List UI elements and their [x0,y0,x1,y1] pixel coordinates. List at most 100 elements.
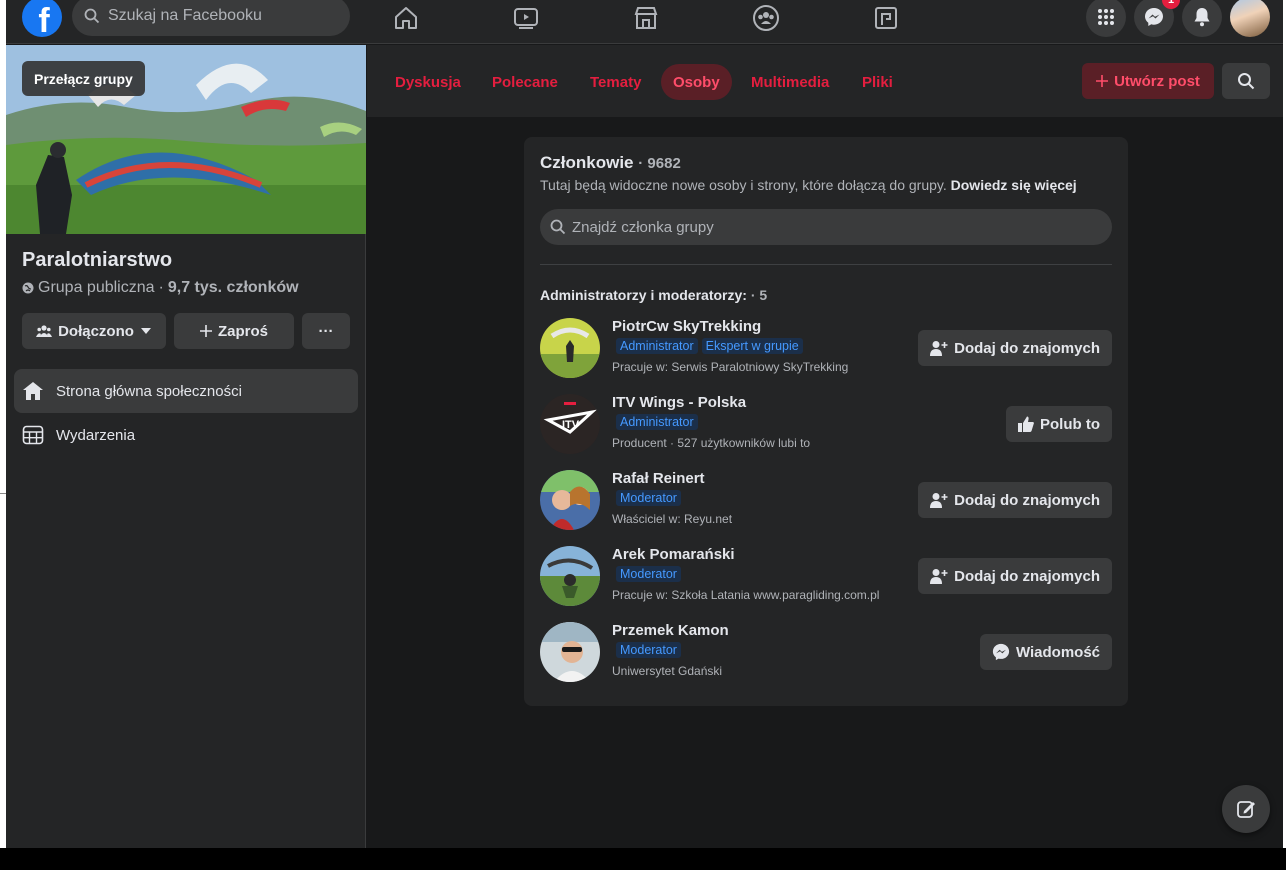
member-info: Producent · 527 użytkowników lubi to [612,436,811,450]
group-meta: Grupa publiczna · 9,7 tys. członków [22,279,299,297]
account-avatar[interactable] [1230,0,1270,37]
avatar[interactable] [540,318,600,378]
button-label: Dodaj do znajomych [954,567,1100,585]
member-name[interactable]: ITV Wings - Polska [612,394,746,411]
add-friend-button[interactable]: Dodaj do znajomych [918,482,1112,518]
role-badge: Moderator [616,642,681,658]
member-info: Uniwersytet Gdański [612,664,723,678]
svg-text:ITV: ITV [562,419,580,431]
add-friend-icon [930,569,948,584]
search-icon [1238,73,1255,90]
facebook-app: f Szukaj na Facebooku 1 Przełącz grupy P… [6,0,1283,848]
members-subtitle: Tutaj będą widoczne nowe osoby i strony,… [540,177,1077,193]
tab-topics[interactable]: Tematy [578,64,653,100]
invite-label: Zaproś [217,322,268,340]
sidebar-item-events[interactable]: Wydarzenia [14,413,358,457]
role-badge: Administrator [616,414,698,430]
like-icon [1018,416,1034,432]
member-tags: Administrator [616,414,698,430]
tab-featured[interactable]: Polecane [480,64,570,100]
add-friend-icon [930,493,948,508]
sidebar-item-label: Strona główna społeczności [56,382,242,400]
create-post-label: Utwórz post [1114,72,1200,90]
tab-people[interactable]: Osoby [661,64,732,100]
caret-down-icon [140,328,151,334]
messenger-button[interactable]: 1 [1134,0,1180,37]
create-post-button[interactable]: Utwórz post [1082,63,1214,99]
switch-groups-button[interactable]: Przełącz grupy [22,61,145,96]
gaming-icon[interactable] [871,4,901,32]
add-friend-icon [930,341,948,356]
members-icon [36,325,53,337]
tab-media[interactable]: Multimedia [739,64,841,100]
members-card: Członkowie · 9682 Tutaj będą widoczne no… [524,137,1128,706]
screen-bottom-bar [0,848,1286,870]
home-icon[interactable] [391,4,421,32]
member-info: Pracuje w: Serwis Paralotniowy SkyTrekki… [612,360,849,374]
list-item: Przemek Kamon Moderator Uniwersytet Gdań… [540,622,1112,686]
group-actions: Dołączono Zaproś ··· [22,313,350,349]
notifications-icon[interactable] [1182,0,1222,37]
messenger-icon [1145,8,1163,26]
globe-icon [22,282,34,294]
search-icon [550,219,566,235]
invite-button[interactable]: Zaproś [174,313,294,349]
role-badge: Administrator [616,338,698,354]
compose-icon [1237,801,1255,818]
member-info: Właściciel w: Reyu.net [612,512,733,526]
list-item: Rafał Reinert Moderator Właściciel w: Re… [540,470,1112,534]
plus-icon [1096,75,1109,87]
search-icon [84,8,100,24]
groups-icon[interactable] [751,4,781,32]
sidebar-item-label: Wydarzenia [56,426,136,444]
group-member-count[interactable]: 9,7 tys. członków [168,279,299,297]
avatar[interactable] [540,622,600,682]
joined-button[interactable]: Dołączono [22,313,166,349]
joined-label: Dołączono [58,322,134,340]
marketplace-icon[interactable] [631,4,661,32]
group-tab-bar: Dyskusja Polecane Tematy Osoby Multimedi… [367,45,1283,117]
add-friend-button[interactable]: Dodaj do znajomych [918,558,1112,594]
home-icon [23,382,43,400]
button-label: Dodaj do znajomych [954,491,1100,509]
search-placeholder: Szukaj na Facebooku [108,7,262,24]
avatar[interactable]: ITV [540,394,600,454]
member-tags: Moderator [616,642,681,658]
member-tags: Administrator Ekspert w grupie [616,338,803,354]
plus-icon [199,325,212,337]
watch-icon[interactable] [511,4,541,32]
group-name[interactable]: Paralotniarstwo [22,249,172,272]
more-options-button[interactable]: ··· [302,313,350,349]
member-name[interactable]: Arek Pomarański [612,546,735,563]
member-name[interactable]: Rafał Reinert [612,470,705,487]
list-item: PiotrCw SkyTrekking Administrator Eksper… [540,318,1112,382]
tab-files[interactable]: Pliki [850,64,905,100]
members-heading: Członkowie [540,153,634,172]
member-search-input[interactable]: Znajdź członka grupy [540,209,1112,245]
button-label: Wiadomość [1015,643,1100,661]
sidebar-item-community-home[interactable]: Strona główna społeczności [14,369,358,413]
members-count: · 9682 [638,155,681,172]
list-item: Arek Pomarański Moderator Pracuje w: Szk… [540,546,1112,610]
calendar-icon [22,425,44,445]
add-friend-button[interactable]: Dodaj do znajomych [918,330,1112,366]
new-message-button[interactable] [1222,785,1270,833]
group-search-button[interactable] [1222,63,1270,99]
menu-grid-icon[interactable] [1086,0,1126,37]
avatar[interactable] [540,470,600,530]
avatar[interactable] [540,546,600,606]
learn-more-link[interactable]: Dowiedz się więcej [951,177,1077,193]
message-button[interactable]: Wiadomość [979,634,1112,670]
facebook-search-input[interactable]: Szukaj na Facebooku [72,0,350,36]
group-cover-photo: Przełącz grupy [6,45,366,234]
messenger-badge: 1 [1162,0,1180,9]
group-sidebar: Przełącz grupy Paralotniarstwo Grupa pub… [6,45,366,848]
tab-discussion[interactable]: Dyskusja [383,64,473,100]
meta-separator: · [158,279,164,296]
like-page-button[interactable]: Polub to [1006,406,1112,442]
top-navigation-bar: f Szukaj na Facebooku 1 [6,0,1283,44]
admins-section-count: · 5 [750,287,768,303]
facebook-logo[interactable]: f [22,0,62,40]
member-name[interactable]: Przemek Kamon [612,622,729,639]
member-name[interactable]: PiotrCw SkyTrekking [612,318,761,335]
